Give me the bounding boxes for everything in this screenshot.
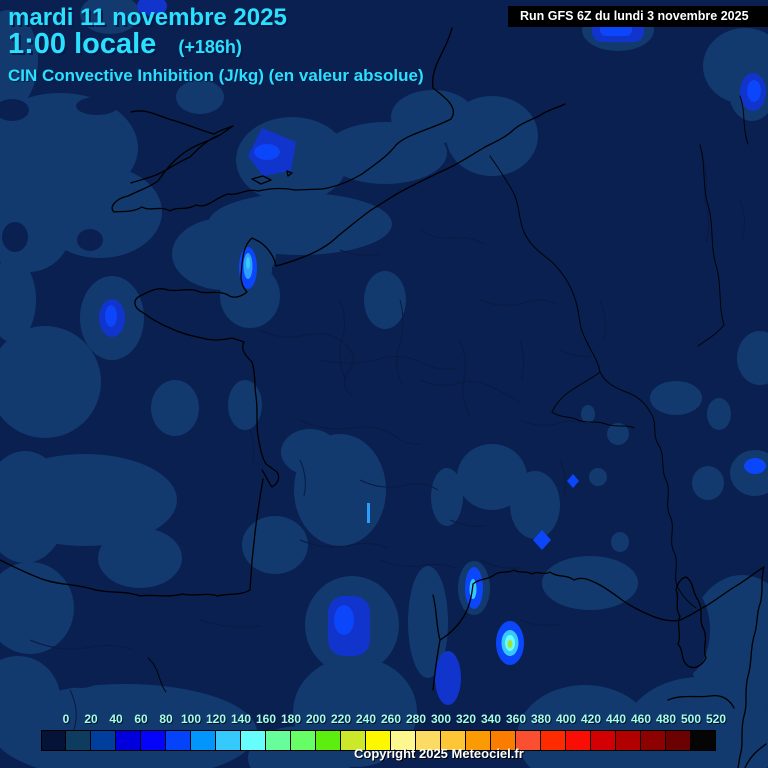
model-run-info: Run GFS 6Z du lundi 3 novembre 2025 [508, 6, 768, 27]
legend-tick-label: 520 [705, 712, 727, 726]
legend-labels: 0 20 40 60 80 100 120 140 160 180 200 220 240 260 280 3… [41, 712, 726, 728]
legend-tick-label: 440 [605, 712, 627, 726]
legend-cell [316, 730, 341, 751]
legend-tick-label: 220 [330, 712, 352, 726]
legend-tick-label: 260 [380, 712, 402, 726]
legend-tick-label: 340 [480, 712, 502, 726]
legend-cell [116, 730, 141, 751]
legend-tick-label: 120 [205, 712, 227, 726]
copyright-label: Copyright 2025 Meteociel.fr [354, 746, 524, 761]
legend-cell [291, 730, 316, 751]
local-time-label: 1:00 locale [8, 28, 157, 60]
legend-tick-label: 140 [230, 712, 252, 726]
legend-tick-label: 400 [555, 712, 577, 726]
legend-tick-label: 360 [505, 712, 527, 726]
legend-cell [591, 730, 616, 751]
parameter-title: CIN Convective Inhibition (J/kg) (en val… [8, 66, 424, 85]
time-row: 1:00 locale (+186h) [8, 28, 242, 61]
legend-tick-label: 320 [455, 712, 477, 726]
legend-tick-label: 420 [580, 712, 602, 726]
legend-cell [691, 730, 716, 751]
legend-tick-label: 300 [430, 712, 452, 726]
legend-tick-label: 60 [134, 712, 148, 726]
legend-tick-label: 460 [630, 712, 652, 726]
legend-tick-label: 480 [655, 712, 677, 726]
legend-cell [666, 730, 691, 751]
legend-cell [241, 730, 266, 751]
legend-tick-label: 280 [405, 712, 427, 726]
legend-tick-label: 380 [530, 712, 552, 726]
legend-cell [266, 730, 291, 751]
legend-cell [216, 730, 241, 751]
legend-tick-label: 160 [255, 712, 277, 726]
legend-cell [616, 730, 641, 751]
legend-cell [66, 730, 91, 751]
legend-tick-label: 100 [180, 712, 202, 726]
legend-cell [191, 730, 216, 751]
legend-cell [91, 730, 116, 751]
legend-tick-label: 80 [159, 712, 173, 726]
legend-cell [141, 730, 166, 751]
legend-cell [541, 730, 566, 751]
legend-cell [641, 730, 666, 751]
legend-cell [166, 730, 191, 751]
legend-cell [41, 730, 66, 751]
forecast-offset-label: (+186h) [178, 37, 242, 57]
weather-map [0, 0, 768, 768]
legend-tick-label: 500 [680, 712, 702, 726]
legend-tick-label: 20 [84, 712, 98, 726]
legend-tick-label: 200 [305, 712, 327, 726]
legend-tick-label: 180 [280, 712, 302, 726]
legend-tick-label: 40 [109, 712, 123, 726]
legend-tick-label: 0 [62, 712, 70, 726]
legend-tick-label: 240 [355, 712, 377, 726]
legend-cell [566, 730, 591, 751]
